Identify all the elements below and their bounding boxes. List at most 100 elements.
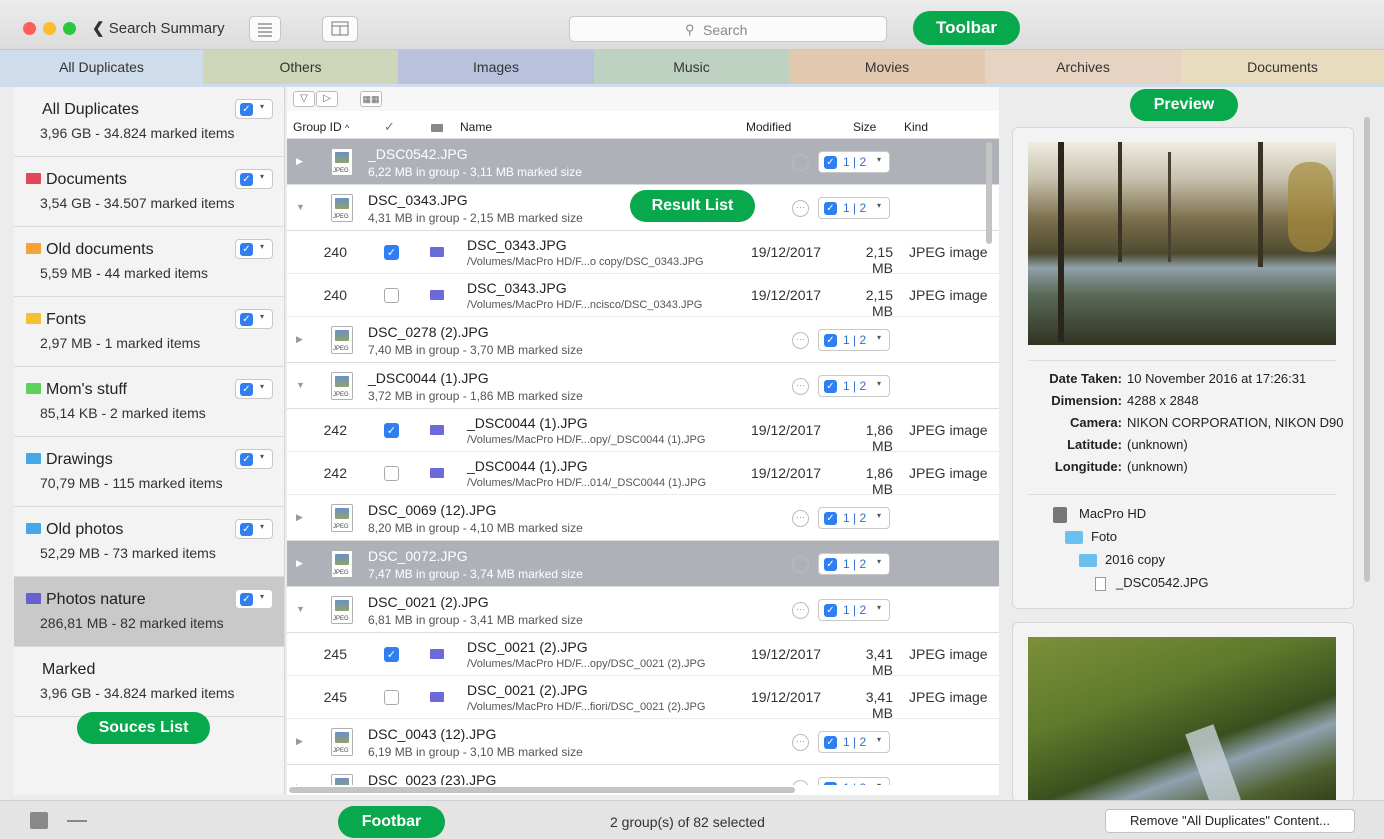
source-item[interactable]: Marked 3,96 GB - 34.824 marked items: [14, 647, 284, 717]
source-item[interactable]: Photos nature 286,81 MB - 82 marked items…: [14, 577, 284, 647]
vertical-scrollbar[interactable]: [986, 142, 992, 244]
source-item[interactable]: Fonts 2,97 MB - 1 marked items ✓ ▾: [14, 297, 284, 367]
group-row[interactable]: ▶ JPEG DSC_0069 (12).JPG 8,20 MB in group -…: [287, 495, 999, 541]
file-checkbox[interactable]: [384, 288, 399, 303]
group-row[interactable]: ▼ JPEG _DSC0044 (1).JPG 3,72 MB in group - …: [287, 363, 999, 409]
file-checkbox[interactable]: [384, 466, 399, 481]
group-row[interactable]: ▶ JPEG DSC_0043 (12).JPG 6,19 MB in group -…: [287, 719, 999, 765]
file-row[interactable]: 240 ✓ DSC_0343.JPG/Volumes/MacPro HD/F...o…: [287, 231, 999, 276]
column-group-id[interactable]: Group ID ^: [293, 120, 349, 134]
expand-all-button[interactable]: ▷: [316, 91, 338, 107]
source-item[interactable]: Old documents 5,59 MB - 44 marked items ✓ ▾: [14, 227, 284, 297]
source-checkbox[interactable]: ✓ ▾: [235, 309, 273, 329]
disclosure-open-icon[interactable]: ▼: [296, 202, 305, 212]
more-icon[interactable]: ⋯: [792, 510, 809, 527]
column-kind[interactable]: Kind: [904, 120, 928, 134]
preview-scrollbar[interactable]: [1364, 117, 1370, 582]
group-checkbox[interactable]: ✓ 1 | 2 ▾: [818, 507, 890, 529]
file-row[interactable]: 245 ✓ DSC_0021 (2).JPG/Volumes/MacPro HD/F…: [287, 633, 999, 678]
disclosure-open-icon[interactable]: ▼: [296, 380, 305, 390]
source-checkbox[interactable]: ✓ ▾: [235, 99, 273, 119]
more-icon[interactable]: ⋯: [792, 378, 809, 395]
group-checkbox[interactable]: ✓ 1 | 2 ▾: [818, 197, 890, 219]
tab-documents[interactable]: Documents: [1181, 50, 1384, 84]
grid-view-button[interactable]: ▦▦: [360, 91, 382, 107]
list-view-button[interactable]: [249, 16, 281, 42]
chevron-down-icon: ▾: [260, 242, 265, 251]
more-icon[interactable]: ⋯: [792, 780, 809, 785]
back-button[interactable]: ❮ Search Summary: [92, 19, 225, 37]
tab-movies[interactable]: Movies: [789, 50, 985, 84]
group-summary: 7,40 MB in group - 3,70 MB marked size: [368, 343, 583, 357]
path-item[interactable]: _DSC0542.JPG: [1095, 575, 1209, 591]
group-row[interactable]: ▶ JPEG _DSC0542.JPG 6,22 MB in group - 3,11…: [287, 139, 999, 185]
close-window-button[interactable]: [23, 22, 36, 35]
group-checkbox[interactable]: ✓ 1 | 2 ▾: [818, 777, 890, 785]
tab-music[interactable]: Music: [594, 50, 789, 84]
file-checkbox[interactable]: ✓: [384, 245, 399, 260]
more-icon[interactable]: ⋯: [792, 602, 809, 619]
preview-toggle-button[interactable]: [322, 16, 358, 42]
more-icon[interactable]: ⋯: [792, 556, 809, 573]
source-checkbox[interactable]: ✓ ▾: [235, 169, 273, 189]
disclosure-closed-icon[interactable]: ▶: [296, 334, 303, 345]
source-checkbox[interactable]: ✓ ▾: [235, 239, 273, 259]
file-row[interactable]: 240 DSC_0343.JPG/Volumes/MacPro HD/F...nc…: [287, 274, 999, 319]
source-item[interactable]: Drawings 70,79 MB - 115 marked items ✓ ▾: [14, 437, 284, 507]
source-item[interactable]: Mom's stuff 85,14 KB - 2 marked items ✓ ▾: [14, 367, 284, 437]
tab-all-duplicates[interactable]: All Duplicates: [0, 50, 203, 84]
remove-source-button[interactable]: [67, 820, 87, 822]
disclosure-open-icon[interactable]: ▼: [296, 604, 305, 614]
disclosure-closed-icon[interactable]: ▶: [296, 156, 303, 167]
disclosure-closed-icon[interactable]: ▶: [296, 736, 303, 747]
file-row[interactable]: 245 DSC_0021 (2).JPG/Volumes/MacPro HD/F.…: [287, 676, 999, 721]
group-checkbox[interactable]: ✓ 1 | 2 ▾: [818, 375, 890, 397]
column-check[interactable]: ✓: [384, 119, 395, 135]
more-icon[interactable]: ⋯: [792, 200, 809, 217]
group-row[interactable]: ▶ JPEG DSC_0023 (23).JPG ⋯ ✓ 1 | 2 ▾: [287, 765, 999, 785]
tab-archives[interactable]: Archives: [985, 50, 1181, 84]
source-checkbox[interactable]: ✓ ▾: [235, 379, 273, 399]
minimize-window-button[interactable]: [43, 22, 56, 35]
source-item[interactable]: Old photos 52,29 MB - 73 marked items ✓ ▾: [14, 507, 284, 577]
disclosure-closed-icon[interactable]: ▶: [296, 558, 303, 569]
file-row[interactable]: 242 ✓ _DSC0044 (1).JPG/Volumes/MacPro HD/F…: [287, 409, 999, 454]
path-item[interactable]: MacPro HD: [1053, 506, 1146, 523]
source-checkbox[interactable]: ✓ ▾: [235, 589, 273, 609]
group-checkbox[interactable]: ✓ 1 | 2 ▾: [818, 329, 890, 351]
group-row[interactable]: ▶ JPEG DSC_0072.JPG 7,47 MB in group - 3,74…: [287, 541, 999, 587]
file-row[interactable]: 242 _DSC0044 (1).JPG/Volumes/MacPro HD/F.…: [287, 452, 999, 497]
source-item[interactable]: Documents 3,54 GB - 34.507 marked items ✓ ▾: [14, 157, 284, 227]
group-checkbox[interactable]: ✓ 1 | 2 ▾: [818, 731, 890, 753]
path-item[interactable]: Foto: [1065, 529, 1117, 545]
tab-images[interactable]: Images: [398, 50, 594, 84]
source-checkbox[interactable]: ✓ ▾: [235, 519, 273, 539]
file-checkbox[interactable]: ✓: [384, 647, 399, 662]
group-checkbox[interactable]: ✓ 1 | 2 ▾: [818, 553, 890, 575]
path-item[interactable]: 2016 copy: [1079, 552, 1165, 568]
archive-icon[interactable]: [30, 812, 48, 829]
source-item[interactable]: All Duplicates 3,96 GB - 34.824 marked it…: [14, 87, 284, 157]
group-row[interactable]: ▼ JPEG DSC_0021 (2).JPG 6,81 MB in group - …: [287, 587, 999, 633]
more-icon[interactable]: ⋯: [792, 154, 809, 171]
search-field[interactable]: ⚲ Search: [569, 16, 887, 42]
group-row[interactable]: ▶ JPEG DSC_0278 (2).JPG 7,40 MB in group - …: [287, 317, 999, 363]
disclosure-closed-icon[interactable]: ▶: [296, 512, 303, 523]
file-checkbox[interactable]: ✓: [384, 423, 399, 438]
source-checkbox[interactable]: ✓ ▾: [235, 449, 273, 469]
zoom-window-button[interactable]: [63, 22, 76, 35]
group-checkbox[interactable]: ✓ 1 | 2 ▾: [818, 599, 890, 621]
more-icon[interactable]: ⋯: [792, 734, 809, 751]
disclosure-closed-icon[interactable]: ▶: [296, 782, 303, 785]
remove-content-button[interactable]: Remove "All Duplicates" Content...: [1105, 809, 1355, 833]
more-icon[interactable]: ⋯: [792, 332, 809, 349]
horizontal-scrollbar[interactable]: [289, 787, 795, 793]
column-modified[interactable]: Modified: [746, 120, 791, 134]
column-size[interactable]: Size: [853, 120, 876, 134]
file-checkbox[interactable]: [384, 690, 399, 705]
file-kind: JPEG image: [909, 646, 988, 662]
group-checkbox[interactable]: ✓ 1 | 2 ▾: [818, 151, 890, 173]
column-name[interactable]: Name: [460, 120, 492, 134]
collapse-all-button[interactable]: ▽: [293, 91, 315, 107]
tab-others[interactable]: Others: [203, 50, 398, 84]
